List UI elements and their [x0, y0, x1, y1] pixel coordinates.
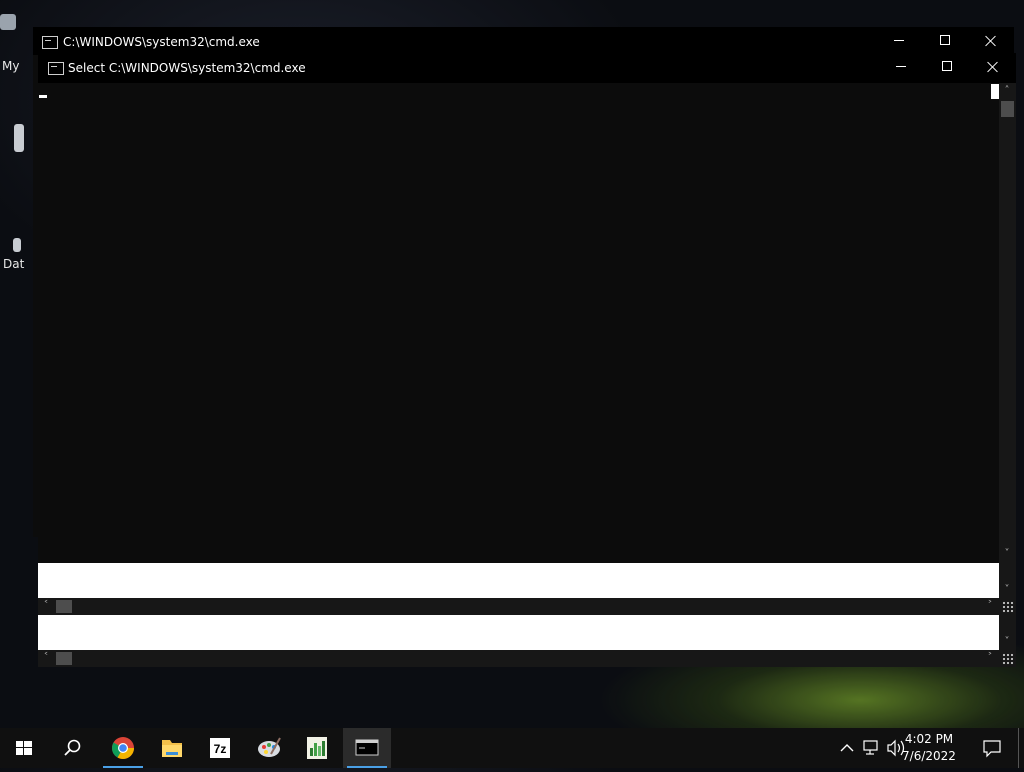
white-pane [38, 563, 999, 598]
white-pane [38, 615, 999, 650]
taskbar-cmd[interactable] [343, 728, 391, 768]
resize-grip-icon[interactable] [1002, 653, 1014, 665]
maximize-icon [942, 61, 952, 71]
notification-button[interactable] [978, 728, 1006, 768]
chart-app-icon [307, 737, 327, 759]
close-icon [985, 35, 996, 46]
cmd-icon [355, 739, 379, 756]
taskbar-chrome[interactable] [99, 728, 147, 768]
scroll-down-icon[interactable]: ˅ [999, 637, 1015, 647]
clock-time: 4:02 PM [904, 732, 954, 746]
scroll-down-icon[interactable]: ˅ [999, 585, 1015, 595]
console-area[interactable] [38, 83, 999, 563]
maximize-icon [940, 35, 950, 45]
notification-icon [983, 740, 1001, 758]
desktop-icon-label[interactable]: Dat [3, 257, 24, 271]
taskbar: 7z 4:02 PM 7/6/2022 [0, 728, 1024, 768]
title-bar[interactable]: Select C:\WINDOWS\system32\cmd.exe [38, 53, 1016, 83]
minimize-button[interactable] [876, 27, 922, 55]
taskbar-chart-app[interactable] [293, 728, 341, 768]
svg-text:7z: 7z [214, 742, 227, 756]
chevron-up-icon [840, 744, 854, 752]
scroll-left-icon[interactable]: ˂ [38, 653, 54, 663]
window-title: C:\WINDOWS\system32\cmd.exe [63, 35, 260, 49]
minimize-button[interactable] [878, 53, 924, 83]
horizontal-scrollbar[interactable]: ˂ ˃ [38, 598, 1016, 615]
scroll-thumb[interactable] [56, 652, 72, 665]
vertical-scrollbar[interactable]: ˅ [999, 563, 1016, 598]
selection-cursor [991, 84, 999, 99]
network-icon [863, 740, 878, 755]
data-file-icon[interactable] [13, 238, 21, 252]
taskbar-file-explorer[interactable] [148, 728, 196, 768]
title-bar[interactable]: C:\WINDOWS\system32\cmd.exe [33, 27, 1014, 55]
maximize-button[interactable] [922, 27, 968, 55]
scroll-down-icon[interactable]: ˅ [999, 549, 1015, 559]
vertical-scrollbar[interactable]: ˄ ˅ [999, 83, 1016, 563]
scroll-left-icon[interactable]: ˂ [38, 601, 54, 611]
resize-grip-icon[interactable] [1002, 601, 1014, 613]
minimize-icon [896, 66, 906, 67]
start-icon [16, 741, 32, 755]
7zip-icon: 7z [210, 738, 230, 758]
close-button[interactable] [968, 27, 1014, 55]
show-desktop-button[interactable] [1018, 728, 1024, 768]
cmd-window-front[interactable]: Select C:\WINDOWS\system32\cmd.exe ˄ ˅ ˅… [38, 53, 1016, 667]
paint-icon [258, 737, 281, 757]
close-button[interactable] [970, 53, 1016, 83]
taskbar-paint[interactable] [245, 728, 293, 768]
chrome-icon [112, 737, 134, 759]
close-icon [987, 61, 998, 72]
tray-network[interactable] [860, 728, 882, 768]
tray-chevron[interactable] [836, 728, 858, 768]
window-title: Select C:\WINDOWS\system32\cmd.exe [68, 61, 306, 75]
scroll-right-icon[interactable]: ˃ [982, 653, 998, 663]
shortcut-icon[interactable] [14, 124, 24, 152]
cmd-icon [48, 62, 64, 75]
search-button[interactable] [48, 728, 96, 768]
text-cursor [39, 95, 47, 98]
file-explorer-icon [162, 740, 182, 757]
start-button[interactable] [0, 728, 48, 768]
horizontal-scrollbar[interactable]: ˂ ˃ [38, 650, 1016, 667]
minimize-icon [894, 40, 904, 41]
scroll-thumb[interactable] [56, 600, 72, 613]
cmd-icon [42, 36, 58, 49]
clock[interactable]: 4:02 PM 7/6/2022 [898, 731, 960, 765]
computer-icon[interactable] [0, 14, 16, 30]
clock-date: 7/6/2022 [902, 749, 956, 763]
taskbar-7zip[interactable]: 7z [196, 728, 244, 768]
maximize-button[interactable] [924, 53, 970, 83]
vertical-scrollbar[interactable]: ˅ [999, 615, 1016, 650]
search-icon [64, 739, 81, 756]
scroll-right-icon[interactable]: ˃ [982, 601, 998, 611]
desktop-icon-label[interactable]: My [2, 59, 19, 73]
scroll-thumb[interactable] [1001, 101, 1014, 117]
scroll-up-icon[interactable]: ˄ [999, 86, 1015, 96]
